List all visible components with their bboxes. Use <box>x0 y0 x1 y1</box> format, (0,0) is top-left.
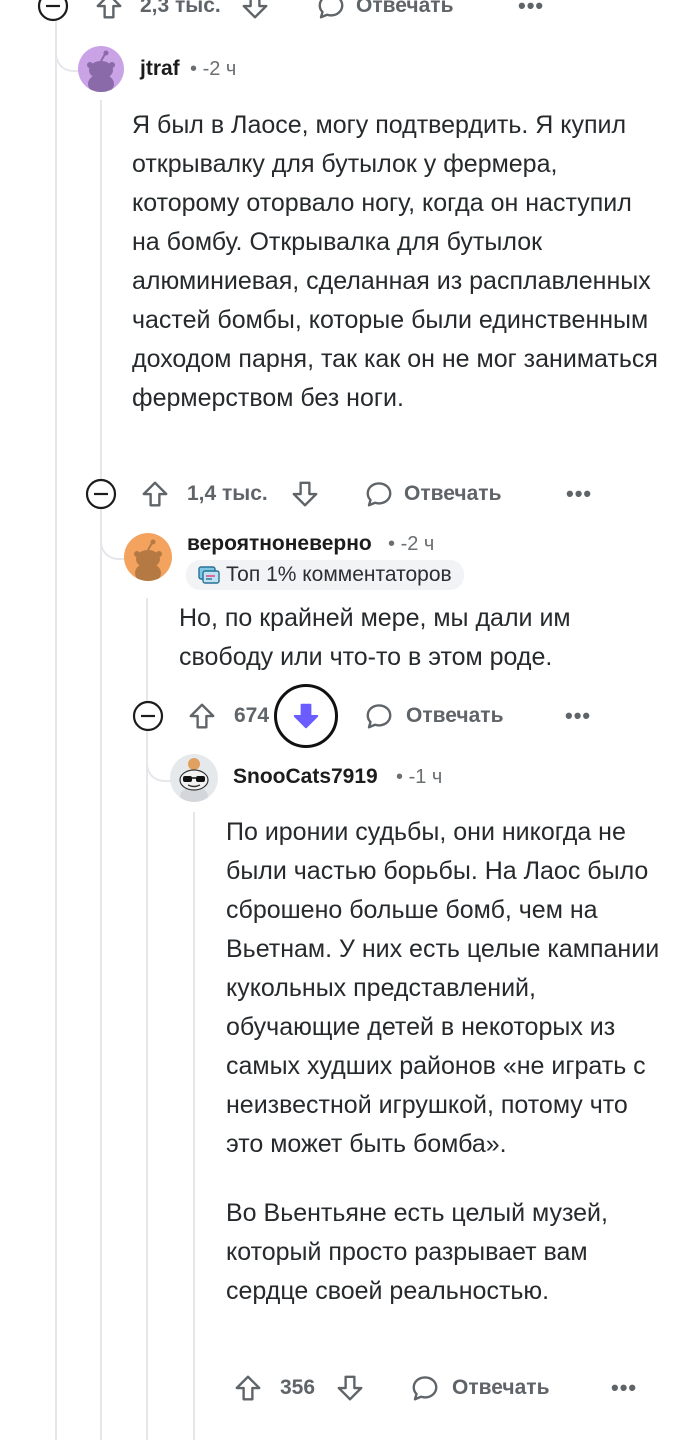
upvote-button[interactable] <box>94 0 124 26</box>
collapse-thread-button[interactable] <box>36 0 70 26</box>
comment-action-row: 674 Отвечать ••• <box>131 684 611 748</box>
more-dots-icon: ••• <box>518 0 545 18</box>
vote-count: 2,3 тыс. <box>140 0 221 17</box>
reply-button[interactable]: Отвечать <box>364 474 501 514</box>
arrow-up-icon <box>142 481 168 507</box>
more-options-button[interactable]: ••• <box>566 474 592 514</box>
reply-button[interactable]: Отвечать <box>364 696 503 736</box>
speech-bubble-icon <box>366 482 392 507</box>
comment-body: Я был в Лаосе, могу подтвердить. Я купил… <box>132 106 662 418</box>
reply-button[interactable]: Отвечать <box>316 0 453 26</box>
thread-line-level-3 <box>193 812 195 1440</box>
collapse-icon <box>85 478 117 510</box>
username-jtraf[interactable]: jtraf <box>140 57 180 81</box>
comment-meta: • -1 ч <box>396 766 443 788</box>
collapse-thread-button[interactable] <box>84 474 118 514</box>
vote-count: 1,4 тыс. <box>187 482 268 505</box>
thread-elbow-jtraf <box>55 20 81 72</box>
thread-elbow-second <box>100 512 126 560</box>
more-options-button[interactable]: ••• <box>611 1368 637 1408</box>
timestamp: -2 ч <box>400 533 435 555</box>
avatar-jtraf[interactable] <box>78 46 124 92</box>
thread-line-root <box>55 0 57 1440</box>
avatar-snoocats7919[interactable] <box>170 754 218 802</box>
comment-text: Я был в Лаосе, могу подтвердить. Я купил… <box>132 111 658 412</box>
snoo-sunglasses-avatar-icon <box>179 758 209 802</box>
downvote-button[interactable] <box>335 1368 365 1408</box>
arrow-down-icon <box>337 1375 363 1401</box>
timestamp: -1 ч <box>408 766 443 788</box>
snoo-avatar-icon <box>87 50 115 92</box>
username-snoocats7919[interactable]: SnooCats7919 <box>233 765 378 789</box>
arrow-up-icon <box>235 1375 261 1401</box>
timestamp: -2 ч <box>202 58 237 80</box>
username-veroyatnoneverno[interactable]: вероятноневерно <box>187 532 372 556</box>
comment-paragraph: По иронии судьбы, они никогда не были ча… <box>226 818 660 1158</box>
reply-label: Отвечать <box>406 704 504 727</box>
arrow-down-icon <box>292 481 318 507</box>
reply-label: Отвечать <box>452 1376 550 1399</box>
reply-label: Отвечать <box>404 482 502 505</box>
top-commenter-badge: Топ 1% комментаторов <box>186 560 464 590</box>
downvote-button[interactable] <box>240 0 270 26</box>
comment-text: Но, по крайней мере, мы дали им свободу … <box>179 604 571 671</box>
more-dots-icon: ••• <box>611 1375 638 1400</box>
upvote-button[interactable] <box>187 696 217 736</box>
comment-meta: • -2 ч <box>190 58 237 80</box>
comment-meta: • -2 ч <box>388 533 435 555</box>
collapse-icon <box>132 700 164 732</box>
top-commenter-badge-icon <box>198 566 220 584</box>
arrow-up-icon <box>96 0 122 19</box>
speech-bubble-icon <box>412 1376 438 1401</box>
badge-label: Топ 1% комментаторов <box>226 563 452 586</box>
arrow-up-icon <box>189 703 215 729</box>
more-options-button[interactable]: ••• <box>518 0 544 26</box>
comment-action-row: 356 Отвечать ••• <box>233 1368 653 1408</box>
vote-count: 356 <box>280 1376 316 1399</box>
vote-count: 674 <box>234 704 270 727</box>
collapse-icon <box>37 0 69 22</box>
arrow-down-filled-icon <box>293 703 319 729</box>
downvote-button-active[interactable] <box>274 684 338 748</box>
thread-line-level-1 <box>100 100 102 1440</box>
top-action-row: 2,3 тыс. Отвечать ••• <box>36 0 556 26</box>
upvote-button[interactable] <box>233 1368 263 1408</box>
snoo-avatar-icon <box>134 539 162 581</box>
arrow-down-icon <box>242 0 268 19</box>
avatar-veroyatnoneverno[interactable] <box>124 533 172 581</box>
reply-label: Отвечать <box>356 0 454 17</box>
downvote-button[interactable] <box>290 474 320 514</box>
more-options-button[interactable]: ••• <box>565 696 591 736</box>
comment-action-row: 1,4 тыс. Отвечать ••• <box>84 474 604 514</box>
reply-button[interactable]: Отвечать <box>410 1368 549 1408</box>
more-dots-icon: ••• <box>565 703 592 728</box>
more-dots-icon: ••• <box>566 481 593 506</box>
comment-body: По иронии судьбы, они никогда не были ча… <box>226 813 661 1311</box>
speech-bubble-icon <box>366 704 392 729</box>
comment-paragraph: Во Вьентьяне есть целый музей, который п… <box>226 1199 608 1305</box>
comment-body: Но, по крайней мере, мы дали им свободу … <box>179 599 649 677</box>
upvote-button[interactable] <box>140 474 170 514</box>
speech-bubble-icon <box>318 0 344 19</box>
collapse-thread-button[interactable] <box>131 696 165 736</box>
downvote-highlight-ring <box>274 684 338 748</box>
